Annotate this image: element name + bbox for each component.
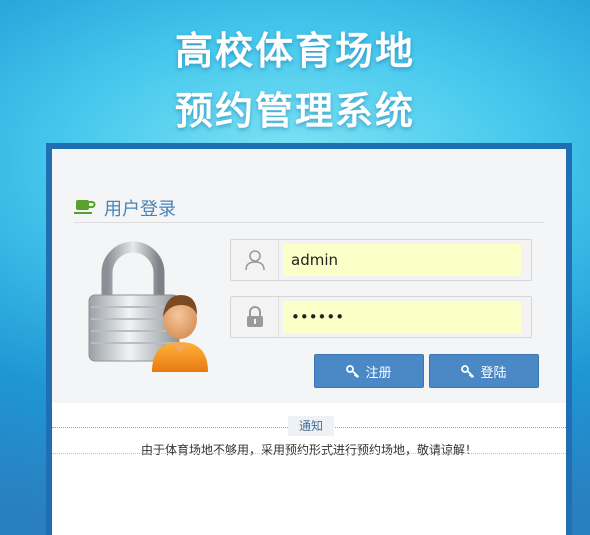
register-label: 注册: [365, 365, 392, 381]
login-header: 用户登录: [74, 193, 544, 223]
system-title-line1: 高校体育场地: [174, 29, 415, 73]
lock-icon: [231, 297, 279, 337]
key-icon: [461, 365, 475, 378]
username-input[interactable]: [283, 244, 521, 276]
user-icon: [231, 240, 279, 280]
login-panel: 用户登录 admin •••••• 注册 登陆 通知 由于体育场地不够用，采用预…: [52, 149, 566, 535]
notice-text: 由于体育场地不够用，采用预约形式进行预约场地，敬请谅解！: [140, 443, 477, 457]
password-field[interactable]: [230, 296, 532, 338]
password-input[interactable]: [283, 301, 521, 333]
login-area: 用户登录 admin •••••• 注册 登陆: [52, 149, 566, 403]
register-button[interactable]: 注册: [314, 354, 424, 388]
username-field[interactable]: [230, 239, 532, 281]
cup-icon: [74, 199, 96, 214]
key-icon: [346, 365, 360, 378]
notice-tab: 通知: [288, 416, 334, 436]
login-title: 用户登录: [104, 198, 176, 220]
login-label: 登陆: [480, 365, 507, 381]
notice-underline: [52, 453, 566, 454]
login-frame: 用户登录 admin •••••• 注册 登陆 通知 由于体育场地不够用，采用预…: [46, 143, 572, 535]
lock-user-icon: [88, 241, 208, 372]
login-button[interactable]: 登陆: [429, 354, 539, 388]
system-title-line2: 预约管理系统: [174, 89, 415, 133]
